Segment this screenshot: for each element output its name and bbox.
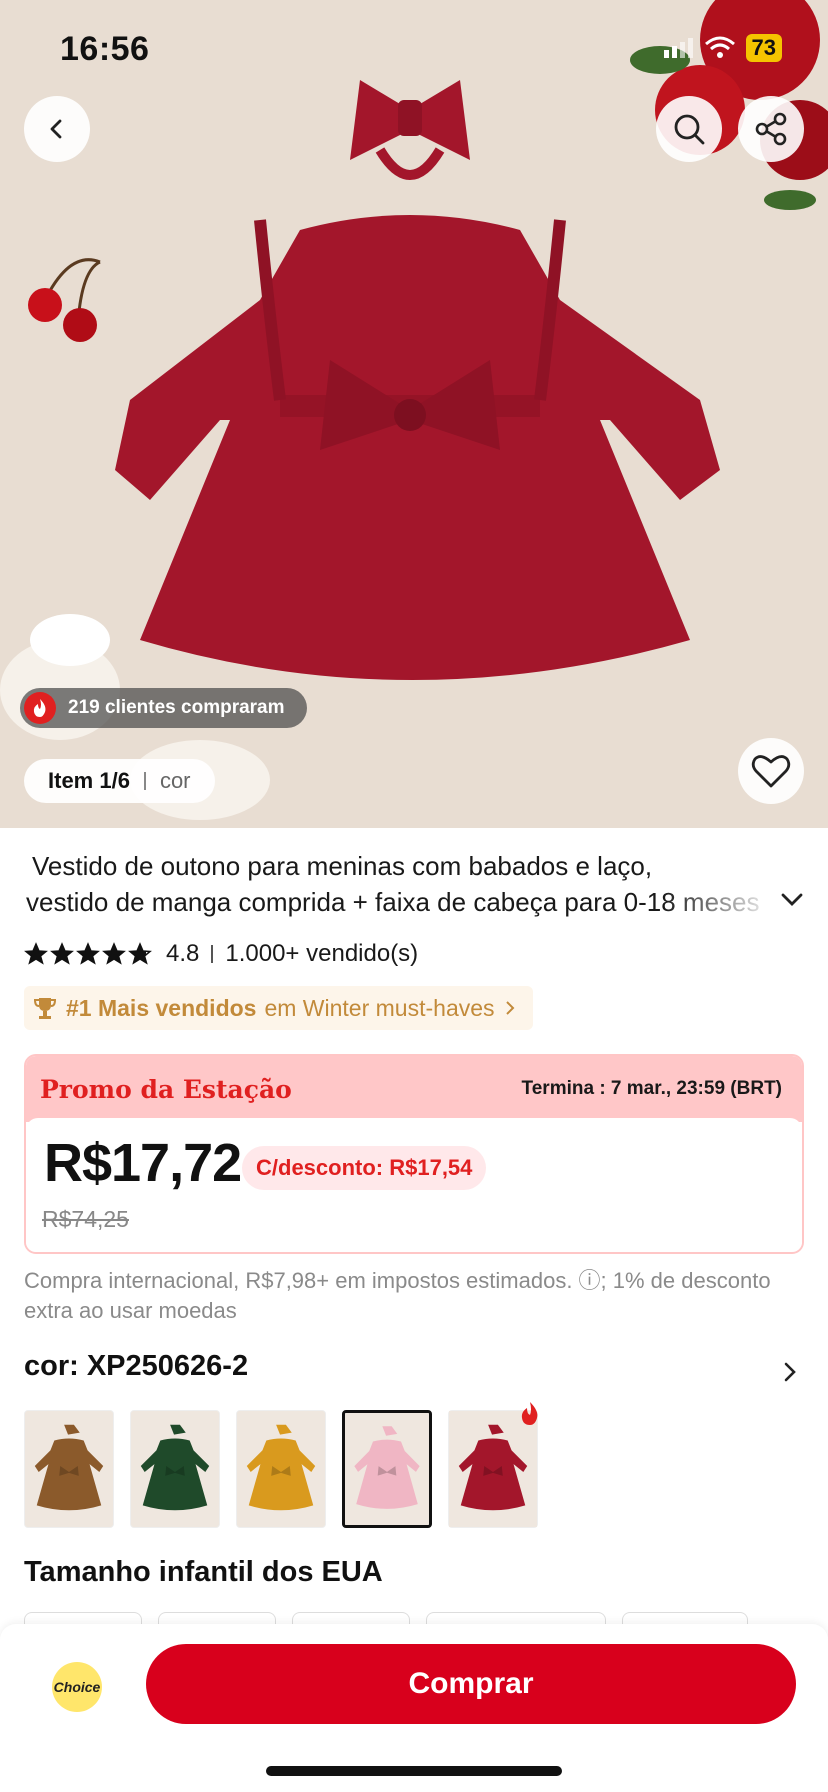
promo-end-time: Termina : 7 mar., 23:59 (BRT) [521, 1078, 782, 1099]
discount-price-badge: C/desconto: R$17,54 [242, 1146, 487, 1190]
search-icon [674, 114, 705, 145]
wifi-icon [704, 36, 735, 58]
rank-category-text: em Winter must-haves [264, 994, 495, 1021]
item-counter-text: Item 1/6 [48, 768, 130, 793]
status-time: 16:56 [60, 30, 150, 68]
color-swatch[interactable] [236, 1410, 326, 1528]
chevron-left-icon [50, 119, 62, 139]
color-swatch[interactable] [24, 1410, 114, 1528]
signal-icon [663, 38, 693, 58]
product-title-line1: Vestido de outono para meninas com babad… [32, 851, 653, 881]
share-icon [755, 112, 787, 146]
star-icon [24, 942, 48, 965]
rating-value: 4.8 [166, 940, 200, 967]
star-icon [50, 942, 74, 965]
battery-indicator: 73 [745, 34, 782, 62]
gallery-item-counter[interactable]: Item 1/6 cor [24, 759, 215, 803]
dress-thumbnail [449, 1411, 537, 1527]
customers-bought-text: 219 clientes compraram [68, 697, 285, 718]
chevron-right-icon[interactable] [780, 1360, 800, 1384]
share-button[interactable] [738, 96, 804, 162]
dress-thumbnail [345, 1413, 429, 1525]
item-variant-label: cor [159, 768, 191, 793]
original-price: R$74,25 [42, 1206, 129, 1232]
promo-box: Promo da Estação Termina : 7 mar., 23:59… [24, 1054, 804, 1254]
color-swatch[interactable] [448, 1402, 538, 1528]
dress-thumbnail [131, 1411, 219, 1527]
tax-note: Compra internacional, R$7,98+ em imposto… [24, 1268, 771, 1323]
trophy-icon [33, 998, 57, 1019]
product-image-gallery[interactable]: 16:56 73 219 clientes compraram Item 1/6… [0, 0, 828, 828]
dress-thumbnail [25, 1411, 113, 1527]
wishlist-button[interactable] [738, 738, 804, 804]
expand-title-chevron-icon[interactable] [778, 886, 806, 914]
color-swatch[interactable] [342, 1410, 432, 1528]
rating-stars [24, 942, 152, 966]
color-selected-heading: cor: XP250626-2 [24, 1350, 249, 1382]
star-icon [128, 942, 152, 965]
star-icon [102, 942, 126, 965]
promo-header: Promo da Estação Termina : 7 mar., 23:59… [26, 1056, 802, 1122]
current-price: R$17,72 [44, 1133, 242, 1193]
flame-icon [24, 692, 56, 724]
divider [143, 772, 146, 790]
bottom-action-bar: Choice Comprar [0, 1624, 828, 1792]
promo-title: Promo da Estação [40, 1074, 292, 1104]
product-title: Vestido de outono para meninas com babad… [26, 848, 776, 920]
buy-button[interactable]: Comprar [146, 1644, 796, 1724]
rating-row[interactable]: 4.8 1.000+ vendido(s) [24, 940, 418, 968]
home-indicator[interactable] [266, 1766, 562, 1776]
heart-icon [751, 755, 791, 788]
sold-count: 1.000+ vendido(s) [225, 940, 419, 967]
product-title-line2: vestido de manga comprida + faixa de cab… [26, 887, 760, 917]
dress-thumbnail [237, 1411, 325, 1527]
promo-price-area: R$17,72 C/desconto: R$17,54 R$74,25 [26, 1118, 802, 1250]
color-swatch-list [24, 1402, 538, 1528]
star-icon [76, 942, 100, 965]
status-icons: 73 [663, 34, 782, 62]
hot-flame-icon [521, 1402, 538, 1425]
choice-badge[interactable]: Choice [52, 1662, 102, 1712]
customers-bought-badge: 219 clientes compraram [20, 688, 307, 728]
back-button[interactable] [24, 96, 90, 162]
divider [211, 945, 214, 963]
color-swatch[interactable] [130, 1410, 220, 1528]
rank-strong-text: #1 Mais vendidos [66, 994, 257, 1021]
bestseller-rank-badge[interactable]: #1 Mais vendidos em Winter must-haves [24, 986, 533, 1030]
size-heading: Tamanho infantil dos EUA [24, 1556, 383, 1588]
chevron-right-icon [505, 1001, 514, 1015]
search-button[interactable] [656, 96, 722, 162]
